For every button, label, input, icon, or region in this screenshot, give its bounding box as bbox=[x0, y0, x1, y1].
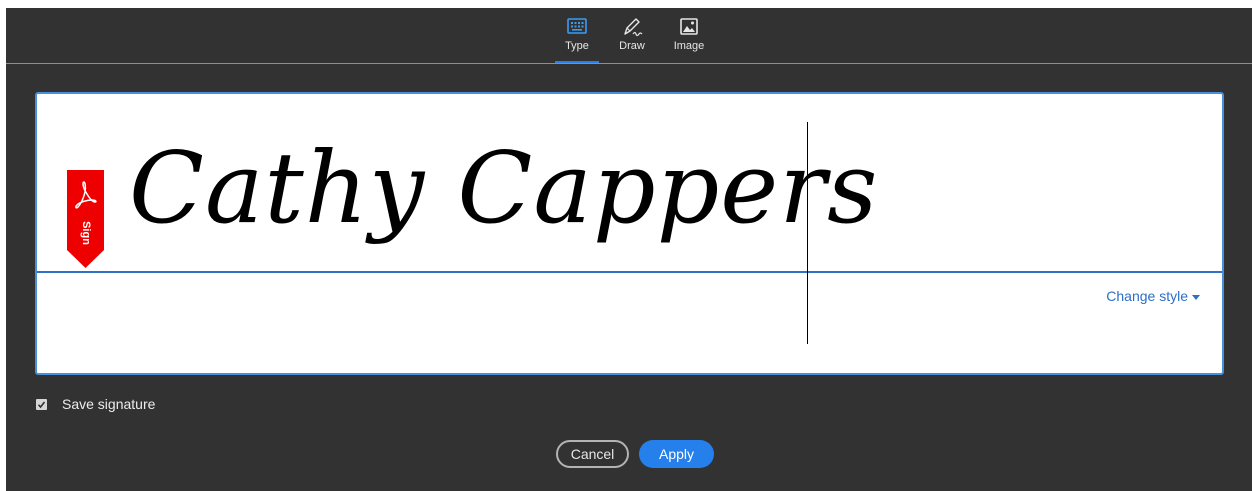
save-signature-label: Save signature bbox=[62, 396, 156, 412]
text-cursor bbox=[807, 122, 808, 344]
typed-signature: Cathy Cappers bbox=[129, 132, 879, 246]
sign-badge-label: Sign bbox=[80, 221, 92, 245]
tab-image-label: Image bbox=[673, 40, 705, 52]
adobe-sign-badge: Sign bbox=[67, 170, 104, 273]
cancel-button[interactable]: Cancel bbox=[556, 440, 629, 468]
change-style-label: Change style bbox=[1106, 288, 1188, 304]
keyboard-icon bbox=[567, 18, 587, 34]
tab-type[interactable]: Type bbox=[555, 14, 599, 63]
tab-draw[interactable]: Draw bbox=[610, 14, 654, 63]
tab-type-label: Type bbox=[565, 40, 589, 52]
image-icon bbox=[680, 18, 698, 35]
save-signature-option[interactable]: Save signature bbox=[36, 395, 155, 413]
signature-input-area[interactable]: Sign Cathy Cappers Change style bbox=[35, 92, 1224, 375]
chevron-down-icon bbox=[1192, 294, 1200, 300]
tab-draw-label: Draw bbox=[619, 40, 645, 52]
save-signature-checkbox[interactable] bbox=[36, 398, 47, 410]
change-style-dropdown[interactable]: Change style bbox=[1106, 288, 1200, 304]
signature-dialog: Type Draw Image Sign Cathy Cappers Chang… bbox=[6, 8, 1252, 491]
checkmark-icon bbox=[37, 401, 46, 408]
signature-baseline bbox=[37, 271, 1222, 273]
tab-image[interactable]: Image bbox=[667, 14, 711, 63]
pen-draw-icon bbox=[624, 18, 643, 37]
signature-mode-tabs: Type Draw Image bbox=[6, 8, 1252, 64]
apply-button[interactable]: Apply bbox=[639, 440, 714, 468]
